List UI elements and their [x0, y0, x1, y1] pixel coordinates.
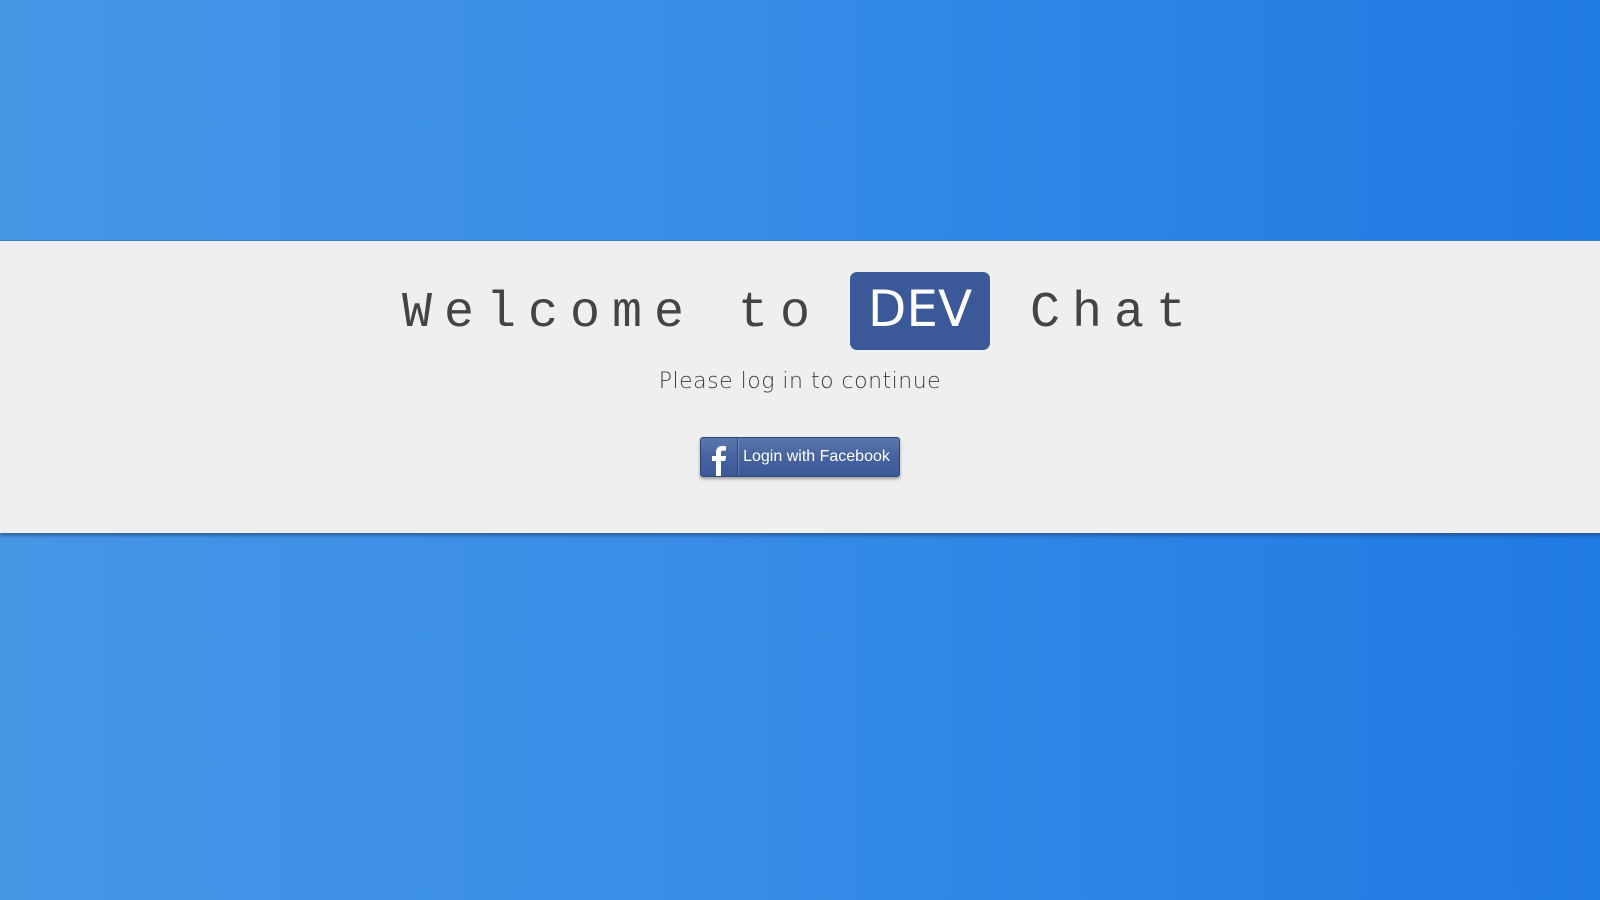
- title-prefix: Welcome to: [401, 285, 823, 342]
- login-prompt: Please log in to continue: [658, 369, 942, 394]
- dev-badge: DEV: [850, 272, 991, 350]
- page-title: Welcome to DEV Chat: [0, 272, 1600, 350]
- title-suffix: Chat: [1030, 285, 1199, 342]
- welcome-panel: Welcome to DEV Chat Please log in to con…: [0, 240, 1600, 533]
- facebook-login-button[interactable]: Login with Facebook: [700, 437, 900, 477]
- facebook-icon: [701, 438, 738, 476]
- facebook-login-label: Login with Facebook: [743, 448, 890, 465]
